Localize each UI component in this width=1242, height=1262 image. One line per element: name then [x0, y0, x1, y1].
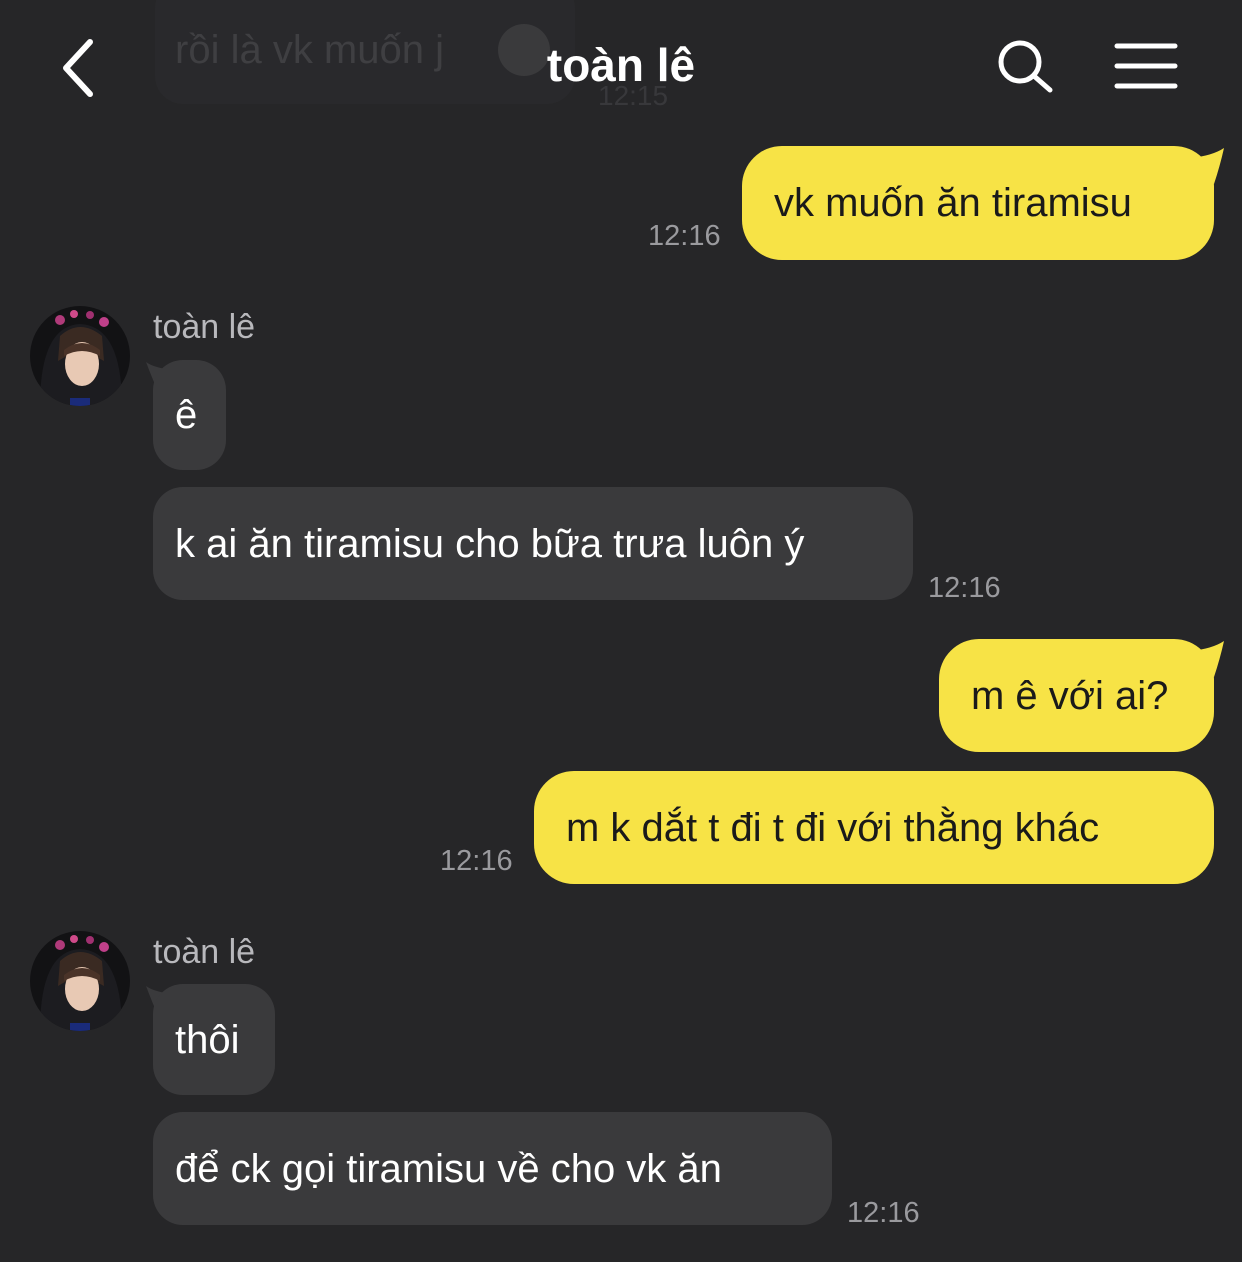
avatar[interactable] [30, 306, 130, 406]
message-text: m k dắt t đi t đi với thằng khác [566, 805, 1100, 850]
message-bubble-in[interactable]: k ai ăn tiramisu cho bữa trưa luôn ý [153, 487, 913, 600]
message-time: 12:16 [648, 220, 721, 252]
message-time: 12:16 [440, 845, 513, 877]
message-text: vk muốn ăn tiramisu [774, 181, 1132, 225]
sender-name: toàn lê [153, 308, 256, 346]
search-button[interactable] [996, 38, 1056, 94]
message-text: ê [175, 393, 198, 437]
menu-icon [1114, 43, 1178, 89]
message-bubble-in[interactable]: ê [153, 360, 226, 470]
message-bubble-in[interactable]: thôi [153, 984, 275, 1095]
message-bubble-out[interactable]: m ê với ai? [939, 639, 1214, 752]
avatar[interactable] [30, 931, 130, 1031]
avatar-image [30, 931, 130, 1031]
message-text: thôi [175, 1017, 240, 1062]
menu-button[interactable] [1114, 42, 1178, 90]
message-bubble-in[interactable]: để ck gọi tiramisu về cho vk ăn [153, 1112, 832, 1225]
search-icon [998, 40, 1053, 93]
message-time: 12:16 [928, 572, 1001, 604]
avatar-image [30, 306, 130, 406]
sender-name: toàn lê [153, 933, 256, 971]
message-bubble-out[interactable]: m k dắt t đi t đi với thằng khác [534, 771, 1214, 884]
message-text: để ck gọi tiramisu về cho vk ăn [175, 1146, 722, 1191]
message-bubble-out[interactable]: vk muốn ăn tiramisu [742, 146, 1214, 260]
message-text: m ê với ai? [971, 673, 1169, 718]
message-text: k ai ăn tiramisu cho bữa trưa luôn ý [175, 521, 805, 566]
message-time: 12:16 [847, 1197, 920, 1229]
